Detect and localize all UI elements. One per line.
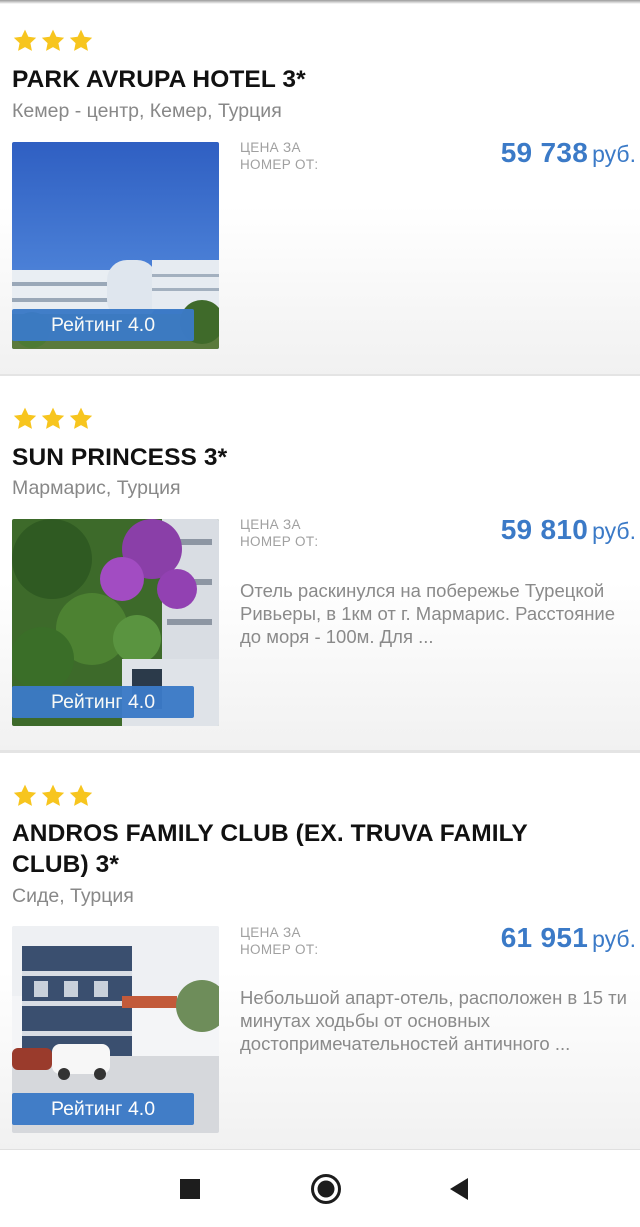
star-icon (13, 407, 37, 429)
hotel-card[interactable]: SUN PRINCESS 3* Мармарис, Турция Рейтинг… (0, 376, 640, 750)
star-rating (12, 783, 94, 811)
hotel-name[interactable]: ANDROS FAMILY CLUB (EX. TRUVA FAMILY CLU… (12, 818, 552, 880)
hotel-card[interactable]: PARK AVRUPA HOTEL 3* Кемер - центр, Кеме… (0, 0, 640, 374)
star-rating (12, 28, 94, 56)
price-currency: руб. (592, 518, 636, 544)
hotel-location: Мармарис, Турция (12, 477, 181, 499)
star-rating (12, 406, 94, 434)
hotel-name[interactable]: SUN PRINCESS 3* (12, 442, 572, 473)
star-icon (69, 407, 93, 429)
circle-home-icon[interactable] (309, 1172, 343, 1206)
hotel-photo[interactable]: Рейтинг 4.0 (12, 926, 219, 1133)
star-icon (41, 784, 65, 806)
triangle-back-icon[interactable] (442, 1172, 476, 1206)
hotel-photo[interactable]: Рейтинг 4.0 (12, 142, 219, 349)
price-value: 59 810 (500, 514, 589, 545)
price-value: 61 951 (500, 922, 589, 953)
hotel-description: Отель раскинулся на побережье Турецкой Р… (240, 580, 616, 647)
hotel-location: Сиде, Турция (12, 885, 134, 907)
top-shadow (0, 0, 640, 4)
price-label: ЦЕНА ЗА НОМЕР ОТ: (240, 140, 319, 172)
star-icon (13, 784, 37, 806)
square-recents-icon[interactable] (173, 1172, 207, 1206)
price-currency: руб. (592, 141, 636, 167)
system-navigation-bar (0, 1149, 640, 1227)
price: 61 951 руб. (501, 922, 636, 954)
price-value: 59 738 (500, 137, 589, 168)
star-icon (69, 784, 93, 806)
rating-badge: Рейтинг 4.0 (12, 1093, 194, 1125)
price-label: ЦЕНА ЗА НОМЕР ОТ: (240, 517, 319, 549)
star-icon (41, 29, 65, 51)
price-currency: руб. (592, 926, 636, 952)
hotel-list: PARK AVRUPA HOTEL 3* Кемер - центр, Кеме… (0, 0, 640, 1151)
star-icon (13, 29, 37, 51)
price-label: ЦЕНА ЗА НОМЕР ОТ: (240, 925, 319, 957)
hotel-photo[interactable]: Рейтинг 4.0 (12, 519, 219, 726)
star-icon (69, 29, 93, 51)
hotel-location: Кемер - центр, Кемер, Турция (12, 100, 282, 122)
hotel-card[interactable]: ANDROS FAMILY CLUB (EX. TRUVA FAMILY CLU… (0, 753, 640, 1149)
price: 59 810 руб. (501, 514, 636, 546)
hotel-description: Небольшой апарт-отель, расположен в 15 т… (240, 987, 627, 1054)
rating-badge: Рейтинг 4.0 (12, 309, 194, 341)
hotel-name[interactable]: PARK AVRUPA HOTEL 3* (12, 64, 572, 95)
rating-badge: Рейтинг 4.0 (12, 686, 194, 718)
star-icon (41, 407, 65, 429)
price: 59 738 руб. (501, 137, 636, 169)
